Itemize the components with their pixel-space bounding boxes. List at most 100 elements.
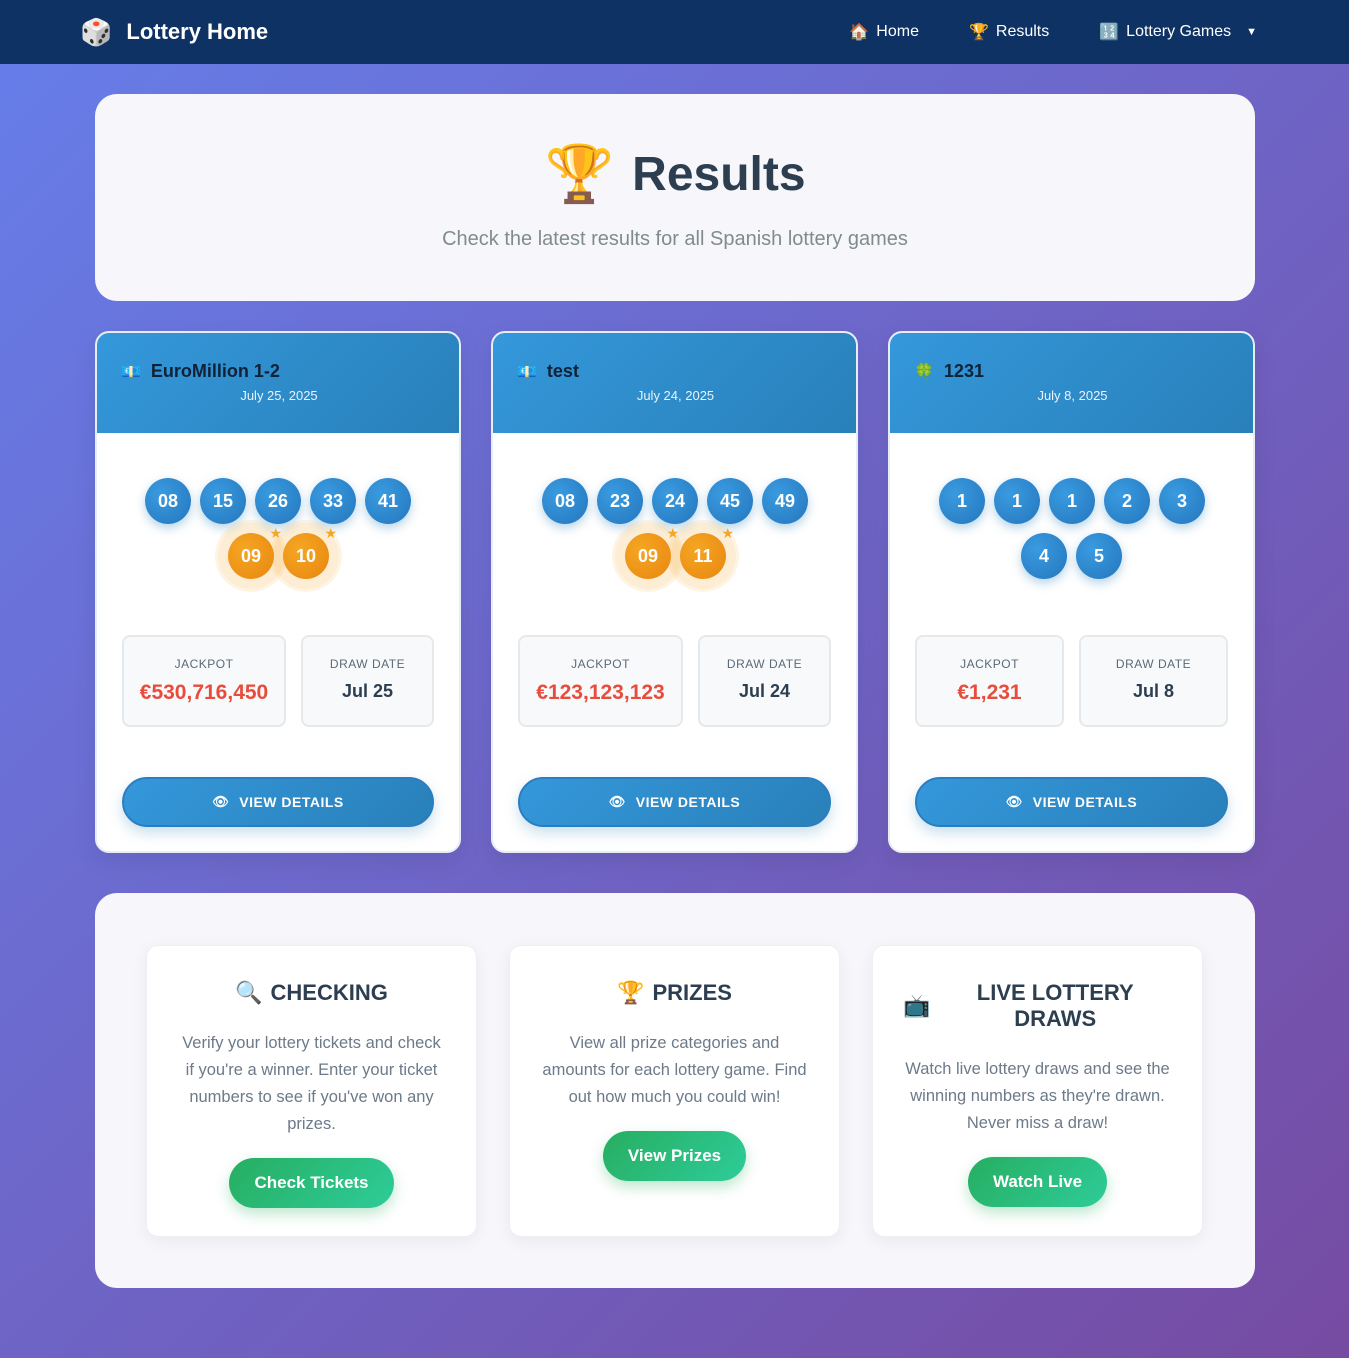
number-ball: 24 [652,478,698,524]
jackpot-value: €123,123,123 [536,681,665,704]
number-ball: 45 [707,478,753,524]
star-ball: 09 ★ [625,525,679,579]
number-ball: 1 [994,478,1040,524]
tv-icon: 📺 [903,993,931,1018]
star-ball: 11 ★ [680,525,734,579]
jackpot-box: JACKPOT €123,123,123 [518,635,683,727]
button-label: VIEW DETAILS [635,794,741,810]
number-ball: 33 [310,478,356,524]
star-number: 10 [295,545,317,566]
number-ball: 2 [1104,478,1150,524]
feature-card-live-draws: 📺 LIVE LOTTERY DRAWS Watch live lottery … [872,945,1203,1237]
jackpot-value: €1,231 [957,681,1022,704]
dice-icon: 🎲 [80,17,113,47]
lottery-name: EuroMillion 1-2 [150,361,280,381]
star-number: 09 [240,545,262,566]
eye-icon: 👁 [608,794,626,809]
number-ball: 41 [365,478,411,524]
number-ball: 26 [255,478,301,524]
number-ball: 08 [145,478,191,524]
number-ball: 23 [597,478,643,524]
euro-banknote-icon: 💶 [517,363,537,381]
results-hero: 🏆 Results Check the latest results for a… [95,94,1255,301]
lottery-name: test [546,361,579,381]
view-prizes-button[interactable]: View Prizes [602,1131,747,1181]
page-heading: Results [632,147,806,201]
nav-item-home[interactable]: 🏠 Home [849,22,919,42]
feature-card-prizes: 🏆 PRIZES View all prize categories and a… [509,945,840,1237]
feature-title: 🔍 CHECKING [177,980,446,1006]
star-number: 11 [693,545,713,566]
page-subtitle: Check the latest results for all Spanish… [442,228,908,250]
numbers-icon: 🔢 [1099,24,1120,41]
draw-date-long: July 25, 2025 [240,388,318,403]
button-label: VIEW DETAILS [1032,794,1138,810]
draw-date-long: July 8, 2025 [1037,388,1108,403]
feature-card-checking: 🔍 CHECKING Verify your lottery tickets a… [146,945,477,1237]
number-ball: 49 [762,478,808,524]
jackpot-value: €530,716,450 [139,681,269,704]
draw-date-box: DRAW DATE Jul 8 [1079,635,1228,727]
brand-link[interactable]: 🎲 Lottery Home [80,19,268,45]
result-card: 💶 test July 24, 2025 08 23 24 45 49 09 ★… [491,331,858,853]
button-label: VIEW DETAILS [239,794,344,810]
star-icon: ★ [666,525,679,541]
jackpot-label: JACKPOT [174,657,234,671]
nav-item-label: Home [876,23,919,40]
nav-item-label: Lottery Games [1126,23,1232,40]
check-tickets-button[interactable]: Check Tickets [229,1158,394,1208]
card-title: 🍀 1231 [914,361,1231,382]
magnifier-icon: 🔍 [235,980,263,1005]
feature-description: View all prize categories and amounts fo… [542,1034,807,1106]
brand-title: Lottery Home [126,19,269,44]
draw-date-value: Jul 24 [738,681,791,701]
feature-title-text: CHECKING [270,980,388,1005]
watch-live-button[interactable]: Watch Live [967,1157,1108,1207]
winning-numbers: 1 1 1 2 3 4 5 [890,433,1253,613]
card-stats: JACKPOT €530,716,450 DRAW DATE Jul 25 [122,635,434,727]
nav-links: 🏠 Home 🏆 Results 🔢 Lottery Games ▼ [849,22,1257,42]
feature-description: Verify your lottery tickets and check if… [182,1034,441,1133]
trophy-icon: 🏆 [617,980,645,1005]
star-icon: ★ [721,525,734,541]
result-card: 💶 EuroMillion 1-2 July 25, 2025 08 15 26… [95,331,461,853]
star-number: 09 [637,545,659,566]
feature-title-text: PRIZES [652,980,732,1005]
number-ball: 5 [1076,533,1122,579]
features-section: 🔍 CHECKING Verify your lottery tickets a… [95,893,1255,1288]
card-title: 💶 EuroMillion 1-2 [121,361,437,382]
nav-item-results[interactable]: 🏆 Results [969,22,1049,42]
results-cards: 💶 EuroMillion 1-2 July 25, 2025 08 15 26… [95,331,1255,853]
view-details-button[interactable]: 👁 VIEW DETAILS [915,777,1228,827]
jackpot-label: JACKPOT [960,657,1019,671]
star-ball: 10 ★ [283,525,337,579]
card-header: 🍀 1231 July 8, 2025 [890,333,1253,433]
result-card: 🍀 1231 July 8, 2025 1 1 1 2 3 4 5 JACKPO… [888,331,1255,853]
number-ball: 08 [542,478,588,524]
draw-date-label: DRAW DATE [726,657,803,671]
trophy-icon: 🏆 [544,142,615,205]
card-stats: JACKPOT €123,123,123 DRAW DATE Jul 24 [518,635,831,727]
jackpot-label: JACKPOT [571,657,630,671]
feature-title: 🏆 PRIZES [540,980,809,1006]
nav-item-lottery-games[interactable]: 🔢 Lottery Games ▼ [1099,22,1257,42]
star-ball: 09 ★ [228,525,282,579]
lottery-name: 1231 [943,361,984,381]
view-details-button[interactable]: 👁 VIEW DETAILS [518,777,831,827]
card-header: 💶 EuroMillion 1-2 July 25, 2025 [97,333,459,433]
draw-date-label: DRAW DATE [329,657,406,671]
eye-icon: 👁 [212,794,230,809]
draw-date-box: DRAW DATE Jul 24 [698,635,831,727]
feature-title: 📺 LIVE LOTTERY DRAWS [903,980,1172,1032]
card-header: 💶 test July 24, 2025 [493,333,856,433]
page-title: 🏆 Results [95,146,1255,202]
draw-date-label: DRAW DATE [1115,657,1192,671]
trophy-icon: 🏆 [968,24,989,41]
card-title: 💶 test [517,361,834,382]
euro-banknote-icon: 💶 [121,363,141,381]
feature-description: Watch live lottery draws and see the win… [905,1060,1170,1132]
view-details-button[interactable]: 👁 VIEW DETAILS [122,777,434,827]
number-ball: 15 [200,478,246,524]
chevron-down-icon[interactable]: ▼ [1246,26,1257,38]
star-icon: ★ [324,525,337,541]
